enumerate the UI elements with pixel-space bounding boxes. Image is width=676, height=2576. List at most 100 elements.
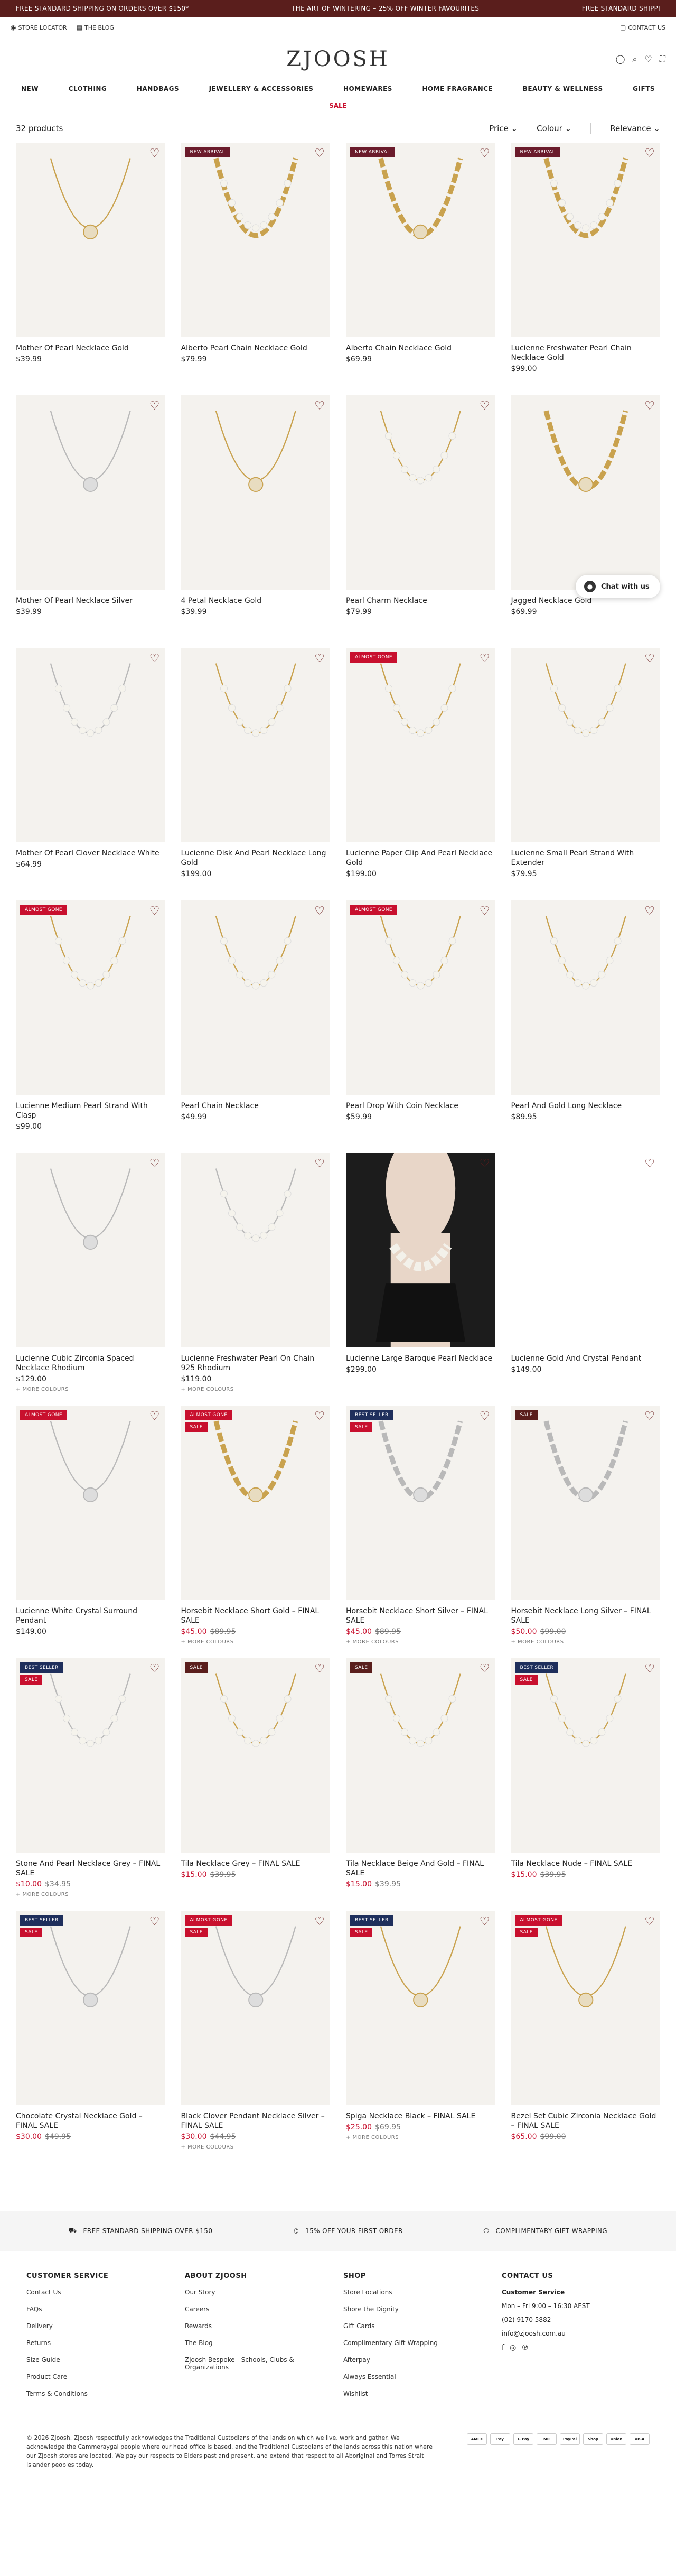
product-name[interactable]: Bezel Set Cubic Zirconia Necklace Gold –…: [511, 2112, 661, 2131]
wishlist-heart-icon[interactable]: ♡: [149, 1157, 160, 1170]
product-card[interactable]: ♡ Lucienne Freshwater Pearl On Chain 925 …: [181, 1153, 331, 1392]
product-image[interactable]: [346, 395, 495, 590]
footer-link[interactable]: Store Locations: [343, 2289, 491, 2296]
product-card[interactable]: ♡ Mother Of Pearl Necklace Gold $39.99: [16, 143, 165, 380]
more-colours-link[interactable]: + MORE COLOURS: [346, 1639, 495, 1645]
user-icon[interactable]: ◯: [616, 54, 625, 64]
product-card[interactable]: ♡ Pearl Charm Necklace $79.99: [346, 395, 495, 633]
product-image[interactable]: [346, 1658, 495, 1853]
nav-new[interactable]: NEW: [21, 85, 39, 92]
product-name[interactable]: Lucienne Gold And Crystal Pendant: [511, 1354, 661, 1363]
product-name[interactable]: Lucienne Freshwater Pearl On Chain 925 R…: [181, 1354, 331, 1373]
product-card[interactable]: SALE ♡ Horsebit Necklace Long Silver – FIN…: [511, 1406, 661, 1645]
product-card[interactable]: ♡ Pearl And Gold Long Necklace $89.95: [511, 900, 660, 1138]
product-card[interactable]: SALE ♡ Tila Necklace Grey – FINAL SALE $15.…: [181, 1658, 331, 1896]
product-card[interactable]: BEST SELLER SALE ♡ Spiga Necklace Black – F…: [346, 1911, 495, 2149]
footer-link[interactable]: Terms & Conditions: [26, 2390, 174, 2397]
product-name[interactable]: Lucienne Small Pearl Strand With Extende…: [511, 849, 661, 868]
product-card[interactable]: NEW ARRIVAL ♡ Lucienne Freshwater Pearl Ch…: [511, 143, 661, 380]
product-card[interactable]: ALMOST GONE ♡ Lucienne Paper Clip And Pear…: [346, 648, 495, 886]
product-image[interactable]: [511, 1406, 660, 1600]
product-image[interactable]: [16, 1658, 165, 1853]
wishlist-heart-icon[interactable]: ♡: [149, 1915, 160, 1928]
logo[interactable]: ZJOOSH: [286, 47, 390, 71]
colour-filter[interactable]: Colour ⌄: [537, 124, 571, 133]
wishlist-heart-icon[interactable]: ♡: [480, 1662, 490, 1676]
product-card[interactable]: ALMOST GONE ♡ Pearl Drop With Coin Necklac…: [346, 900, 495, 1138]
product-image[interactable]: [16, 395, 165, 590]
product-image[interactable]: [511, 395, 660, 590]
more-colours-link[interactable]: + MORE COLOURS: [181, 2144, 331, 2150]
product-card[interactable]: BEST SELLER SALE ♡ Stone And Pearl Necklace…: [16, 1658, 165, 1898]
wishlist-heart-icon[interactable]: ♡: [644, 1915, 655, 1928]
product-image[interactable]: [181, 143, 330, 337]
wishlist-heart-icon[interactable]: ♡: [480, 1157, 490, 1170]
instagram-icon[interactable]: ◎: [510, 2343, 516, 2352]
product-name[interactable]: Tila Necklace Grey – FINAL SALE: [181, 1859, 331, 1868]
footer-link[interactable]: Afterpay: [343, 2356, 491, 2364]
wishlist-heart-icon[interactable]: ♡: [314, 1410, 325, 1423]
footer-link[interactable]: Size Guide: [26, 2356, 174, 2364]
product-image[interactable]: [346, 1153, 495, 1347]
footer-link[interactable]: The Blog: [185, 2339, 333, 2347]
product-image[interactable]: [346, 900, 495, 1095]
product-image[interactable]: [181, 395, 330, 590]
nav-jewellery[interactable]: JEWELLERY & ACCESSORIES: [209, 85, 314, 92]
product-name[interactable]: Chocolate Crystal Necklace Gold – FINAL …: [16, 2112, 165, 2131]
footer-link[interactable]: Our Story: [185, 2289, 333, 2296]
wishlist-heart-icon[interactable]: ♡: [314, 147, 325, 160]
product-card[interactable]: ALMOST GONE ♡ Lucienne White Crystal Surro…: [16, 1406, 165, 1643]
wishlist-heart-icon[interactable]: ♡: [644, 147, 655, 160]
product-card[interactable]: ♡ Mother Of Pearl Clover Necklace White $6…: [16, 648, 165, 886]
contact-link[interactable]: ▢ CONTACT US: [620, 24, 665, 31]
footer-link[interactable]: Returns: [26, 2339, 174, 2347]
product-image[interactable]: [511, 648, 660, 842]
wishlist-heart-icon[interactable]: ♡: [149, 1410, 160, 1423]
wishlist-heart-icon[interactable]: ♡: [644, 1157, 655, 1170]
wishlist-heart-icon[interactable]: ♡: [314, 1662, 325, 1676]
product-name[interactable]: Pearl Charm Necklace: [346, 596, 495, 606]
product-card[interactable]: ♡ Lucienne Gold And Crystal Pendant $149.0…: [511, 1153, 661, 1391]
product-image[interactable]: [16, 1406, 165, 1600]
footer-link[interactable]: Delivery: [26, 2322, 174, 2330]
product-card[interactable]: ♡ Lucienne Small Pearl Strand With Extend…: [511, 648, 661, 886]
product-name[interactable]: 4 Petal Necklace Gold: [181, 596, 331, 606]
wishlist-heart-icon[interactable]: ♡: [314, 1157, 325, 1170]
product-name[interactable]: Tila Necklace Nude – FINAL SALE: [511, 1859, 661, 1868]
footer-link[interactable]: Product Care: [26, 2373, 174, 2380]
wishlist-heart-icon[interactable]: ♡: [314, 399, 325, 413]
pinterest-icon[interactable]: ℗: [521, 2343, 529, 2352]
wishlist-heart-icon[interactable]: ♡: [480, 1915, 490, 1928]
product-name[interactable]: Pearl Drop With Coin Necklace: [346, 1101, 495, 1111]
product-image[interactable]: [346, 143, 495, 337]
product-card[interactable]: ♡ Lucienne Large Baroque Pearl Necklace $2…: [346, 1153, 495, 1391]
product-card[interactable]: ♡ Lucienne Disk And Pearl Necklace Long G…: [181, 648, 330, 886]
product-name[interactable]: Spiga Necklace Black – FINAL SALE: [346, 2112, 495, 2121]
product-name[interactable]: Lucienne Freshwater Pearl Chain Necklace…: [511, 343, 661, 362]
nav-beauty[interactable]: BEAUTY & WELLNESS: [523, 85, 603, 92]
product-name[interactable]: Stone And Pearl Necklace Grey – FINAL SA…: [16, 1859, 165, 1878]
product-card[interactable]: NEW ARRIVAL ♡ Alberto Chain Necklace Gold $…: [346, 143, 495, 380]
product-card[interactable]: ♡ Mother Of Pearl Necklace Silver $39.99: [16, 395, 165, 633]
product-image[interactable]: [346, 1406, 495, 1600]
footer-link[interactable]: Contact Us: [26, 2289, 174, 2296]
wishlist-heart-icon[interactable]: ♡: [480, 147, 490, 160]
product-name[interactable]: Horsebit Necklace Long Silver – FINAL SA…: [511, 1606, 661, 1625]
product-image[interactable]: [511, 143, 660, 337]
product-image[interactable]: [181, 900, 330, 1095]
product-image[interactable]: [346, 648, 495, 842]
footer-link[interactable]: Zjoosh Bespoke - Schools, Clubs & Organi…: [185, 2356, 333, 2371]
heart-icon[interactable]: ♡: [644, 54, 652, 64]
product-name[interactable]: Alberto Pearl Chain Necklace Gold: [181, 343, 331, 353]
product-card[interactable]: NEW ARRIVAL ♡ Alberto Pearl Chain Necklace…: [181, 143, 331, 380]
product-image[interactable]: [181, 1153, 330, 1347]
wishlist-heart-icon[interactable]: ♡: [644, 905, 655, 918]
announce-left[interactable]: FREE STANDARD SHIPPING ON ORDERS OVER $1…: [16, 5, 189, 12]
wishlist-heart-icon[interactable]: ♡: [480, 905, 490, 918]
product-card[interactable]: ♡ 4 Petal Necklace Gold $39.99: [181, 395, 331, 633]
footer-link[interactable]: Always Essential: [343, 2373, 491, 2380]
wishlist-heart-icon[interactable]: ♡: [644, 399, 655, 413]
wishlist-heart-icon[interactable]: ♡: [314, 905, 325, 918]
price-filter[interactable]: Price ⌄: [489, 124, 518, 133]
wishlist-heart-icon[interactable]: ♡: [149, 147, 160, 160]
